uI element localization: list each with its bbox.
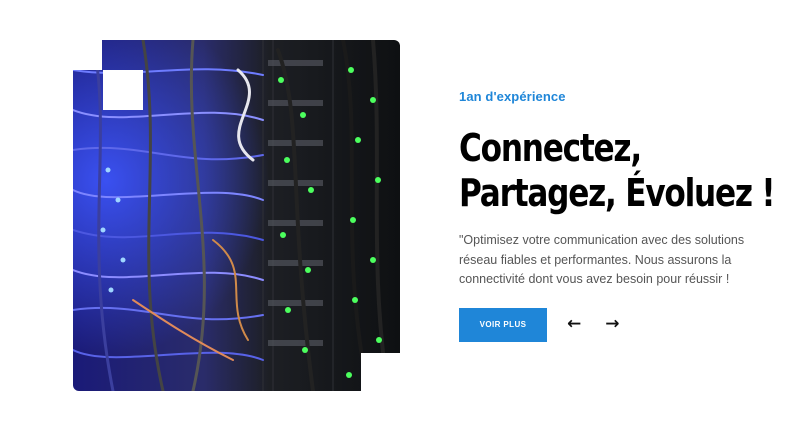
hero-headline: Connectez, Partagez, Évoluez ! <box>459 126 787 216</box>
headline-line-2: Partagez, Évoluez ! <box>459 171 776 215</box>
hero-description: "Optimisez votre communication avec des … <box>459 233 745 286</box>
voir-plus-button[interactable]: VOIR PLUS <box>459 307 547 342</box>
headline-line-1: Connectez, <box>459 126 642 170</box>
hero-content: 1an d'expérience Connectez, Partagez, Év… <box>459 89 789 342</box>
arrow-right-icon[interactable]: → <box>605 316 619 333</box>
decorative-white-square <box>103 70 143 110</box>
hero-actions: VOIR PLUS ← → <box>459 307 789 342</box>
experience-label: 1an d'expérience <box>459 89 566 104</box>
arrow-left-icon[interactable]: ← <box>567 316 581 333</box>
